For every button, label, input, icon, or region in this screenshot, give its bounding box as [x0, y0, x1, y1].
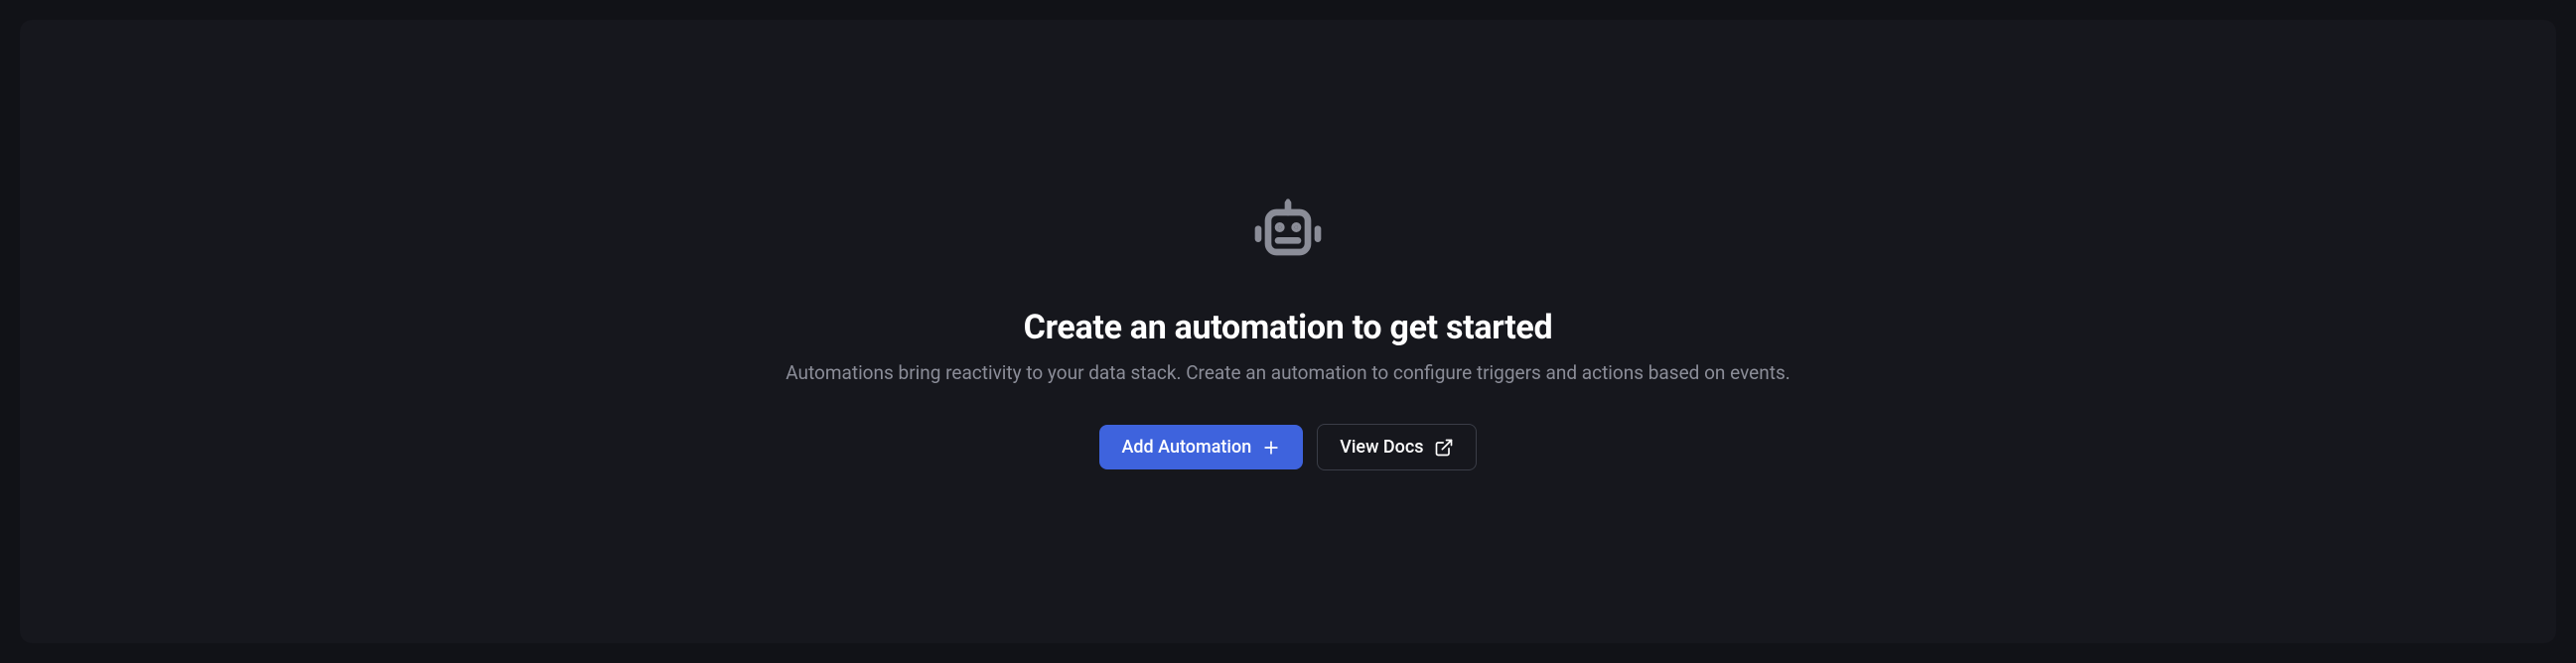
empty-state-panel: Create an automation to get started Auto…: [20, 20, 2556, 643]
add-automation-label: Add Automation: [1121, 437, 1251, 458]
empty-state-heading: Create an automation to get started: [1024, 308, 1553, 347]
view-docs-label: View Docs: [1340, 437, 1423, 458]
external-link-icon: [1434, 438, 1454, 458]
button-row: Add Automation View Docs: [1099, 424, 1476, 470]
view-docs-button[interactable]: View Docs: [1317, 424, 1476, 470]
add-automation-button[interactable]: Add Automation: [1099, 425, 1303, 469]
empty-state-description: Automations bring reactivity to your dat…: [786, 361, 1790, 384]
robot-icon: [1248, 193, 1328, 276]
plus-icon: [1261, 438, 1281, 458]
